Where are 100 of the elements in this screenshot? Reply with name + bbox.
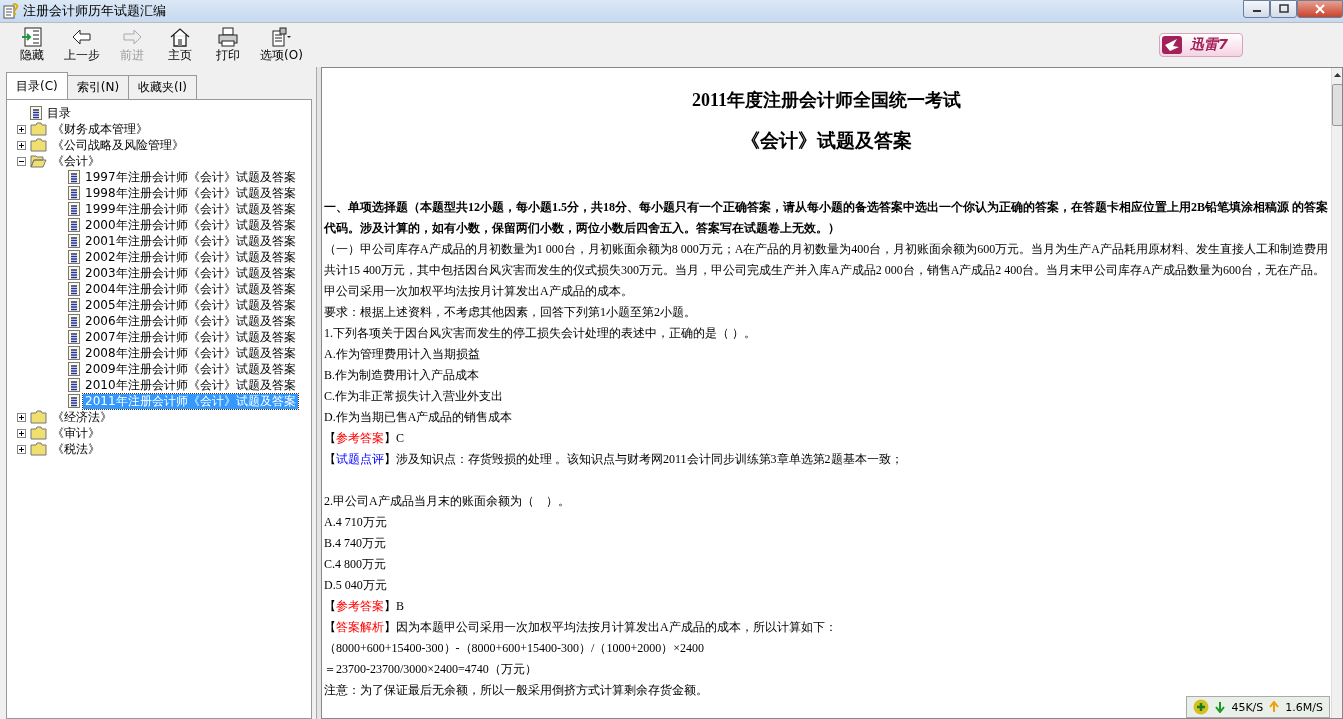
expand-icon[interactable] xyxy=(16,428,26,438)
tree-item[interactable]: 2004年注册会计师《会计》试题及答案 xyxy=(83,281,298,297)
tree-item[interactable]: 2003年注册会计师《会计》试题及答案 xyxy=(83,265,298,281)
options-icon xyxy=(270,26,293,47)
printer-icon xyxy=(217,26,239,47)
text-line: 2.甲公司A产成品当月末的账面余额为（ ）。 xyxy=(324,493,570,510)
toolbar-button[interactable]: 隐藏 xyxy=(8,26,56,64)
tree-item[interactable]: 《经济法》 xyxy=(50,409,114,425)
home-icon xyxy=(169,26,191,47)
expand-icon[interactable] xyxy=(16,124,26,134)
toolbar-button[interactable]: 打印 xyxy=(204,26,252,64)
close-icon xyxy=(1314,4,1326,14)
scrollbar[interactable] xyxy=(1331,68,1342,718)
section-heading: 一、单项选择题（本题型共12小题，每小题1.5分，共18分、每小题只有一个正确答案，请从每小题的备选答案中选出一个你认为正确的答案，在答题卡相应位置上用2B铅笔填涂相稿源 的答案代码。涉及计算的，如有小数，保留两们小数，两位小数后四舍五入。答案写在试题卷上无效。） xyxy=(324,199,1329,237)
text-line: ＝23700-23700/3000×2400=4740（万元） xyxy=(324,661,537,678)
maximize-button[interactable] xyxy=(1270,0,1297,18)
answer-line: 【参考答案】B xyxy=(324,598,404,615)
text-line: 注意：为了保证最后无余额，所以一般采用倒挤方式计算剩余存货金额。 xyxy=(324,682,708,699)
tree-item[interactable]: 2002年注册会计师《会计》试题及答案 xyxy=(83,249,298,265)
document-title: 2011年度注册会计师全国统一考试 xyxy=(691,89,962,112)
document-icon xyxy=(68,202,80,216)
tree-item[interactable]: 1998年注册会计师《会计》试题及答案 xyxy=(83,185,298,201)
document-icon xyxy=(68,378,80,392)
toolbar-button[interactable]: 上一步 xyxy=(56,26,108,64)
text-line: D.5 040万元 xyxy=(324,577,387,594)
text-line: A.4 710万元 xyxy=(324,514,387,531)
text-line: （8000+600+15400-300）-（8000+600+15400-300）/（1000+2000）×2400 xyxy=(324,640,704,657)
text-line: 要求：根据上述资料，不考虑其他因素，回答下列第1小题至第2小题。 xyxy=(324,304,696,321)
tree-item[interactable]: 目录 xyxy=(45,105,73,121)
tree-item[interactable]: 《会计》 xyxy=(50,153,102,169)
collapse-icon[interactable] xyxy=(16,156,26,166)
folder-icon xyxy=(30,138,47,152)
download-speed: 45K/S xyxy=(1231,700,1264,714)
text-line: B.4 740万元 xyxy=(324,535,386,552)
document-icon xyxy=(68,186,80,200)
text-line: B.作为制造费用计入产品成本 xyxy=(324,367,479,384)
document-icon xyxy=(68,282,80,296)
upload-arrow-icon xyxy=(1269,701,1280,713)
open-folder-icon xyxy=(30,154,47,168)
document-icon xyxy=(68,250,80,264)
review-line: 【试题点评】涉及知识点：存货毁损的处理 。该知识点与财考网2011会计同步训练第3章单选第2题基本一致； xyxy=(324,451,903,468)
text-line: C.作为非正常损失计入营业外支出 xyxy=(324,388,503,405)
folder-icon xyxy=(30,442,47,456)
folder-icon xyxy=(30,426,47,440)
download-arrow-icon xyxy=(1215,701,1226,713)
answer-line: 【答案解析】因为本题甲公司采用一次加权平均法按月计算发出A产成品的成本，所以计算如下： xyxy=(324,619,837,636)
document-icon xyxy=(68,298,80,312)
tree-item[interactable]: 1999年注册会计师《会计》试题及答案 xyxy=(83,201,298,217)
xunlei-button[interactable]: 迅雷7 xyxy=(1159,33,1243,57)
tree-item[interactable]: 2007年注册会计师《会计》试题及答案 xyxy=(83,329,298,345)
document-icon xyxy=(68,362,80,376)
tree-item[interactable]: 2005年注册会计师《会计》试题及答案 xyxy=(83,297,298,313)
text-line: （一）甲公司库存A产成品的月初数量为1 000台，月初账面余额为8 000万元；A在产品的月初数量为400台，月初账面余额为600万元。当月为生产A产品耗用原材料、发生直接人工和制造费用共计15 400万元，其中包括因台风灾害而发生的仪式损失300万元。当月，甲公司完成生产并入库A产成品2 000台，销售A产成品2 400台。当月末甲公司库存A产成品数量为600台，无在产品。 xyxy=(324,241,1329,279)
tree-item[interactable]: 2010年注册会计师《会计》试题及答案 xyxy=(83,377,298,393)
hide-pane-icon xyxy=(21,26,43,47)
document-icon xyxy=(30,106,42,120)
text-line: A.作为管理费用计入当期损益 xyxy=(324,346,480,363)
scroll-up-icon[interactable] xyxy=(1332,72,1342,78)
text-line: 甲公司采用一次加权平均法按月计算发出A产成品的成本。 xyxy=(324,283,633,300)
document-icon xyxy=(68,266,80,280)
document-icon xyxy=(68,330,80,344)
maximize-icon xyxy=(1278,4,1289,14)
help-document-icon xyxy=(3,3,19,19)
scroll-thumb[interactable] xyxy=(1331,84,1342,126)
tree-item[interactable]: 1997年注册会计师《会计》试题及答案 xyxy=(83,169,298,185)
answer-line: 【参考答案】C xyxy=(324,430,404,447)
tree-item[interactable]: 2001年注册会计师《会计》试题及答案 xyxy=(83,233,298,249)
tab[interactable]: 目录(C) xyxy=(6,72,68,99)
document-icon xyxy=(68,218,80,232)
tree-item[interactable]: 2009年注册会计师《会计》试题及答案 xyxy=(83,361,298,377)
text-line: D.作为当期已售A产成品的销售成本 xyxy=(324,409,513,426)
tree-item[interactable]: 《税法》 xyxy=(50,441,102,457)
tree-item[interactable]: 2000年注册会计师《会计》试题及答案 xyxy=(83,217,298,233)
tree-item[interactable]: 《财务成本管理》 xyxy=(50,121,150,137)
folder-icon xyxy=(30,122,47,136)
expand-icon[interactable] xyxy=(16,444,26,454)
document-icon xyxy=(68,394,80,408)
document-icon xyxy=(68,234,80,248)
minimize-button[interactable] xyxy=(1243,0,1270,18)
document-icon xyxy=(68,170,80,184)
document-icon xyxy=(68,314,80,328)
tree-item[interactable]: 2006年注册会计师《会计》试题及答案 xyxy=(83,313,298,329)
expand-icon[interactable] xyxy=(16,412,26,422)
upload-speed: 1.6M/S xyxy=(1285,700,1323,714)
window-title: 注册会计师历年试题汇编 xyxy=(23,2,166,20)
tree-item[interactable]: 《审计》 xyxy=(50,425,102,441)
toolbar-button[interactable]: 选项(O) xyxy=(252,26,311,64)
toolbar-button[interactable]: 主页 xyxy=(156,26,204,64)
document-icon xyxy=(68,346,80,360)
folder-icon xyxy=(30,410,47,424)
close-button[interactable] xyxy=(1297,0,1343,18)
text-line: 1.下列各项关于因台风灾害而发生的停工损失会计处理的表述中，正确的是（ ）。 xyxy=(324,325,756,342)
tree-item[interactable]: 2008年注册会计师《会计》试题及答案 xyxy=(83,345,298,361)
plus-icon[interactable] xyxy=(1193,699,1210,715)
tab[interactable]: 收藏夹(I) xyxy=(128,75,197,99)
tree-item[interactable]: 《公司战略及风险管理》 xyxy=(50,137,186,153)
expand-icon[interactable] xyxy=(16,140,26,150)
bird-logo-icon xyxy=(1162,36,1183,54)
text-line: C.4 800万元 xyxy=(324,556,386,573)
document-subtitle: 《会计》试题及答案 xyxy=(740,129,913,153)
